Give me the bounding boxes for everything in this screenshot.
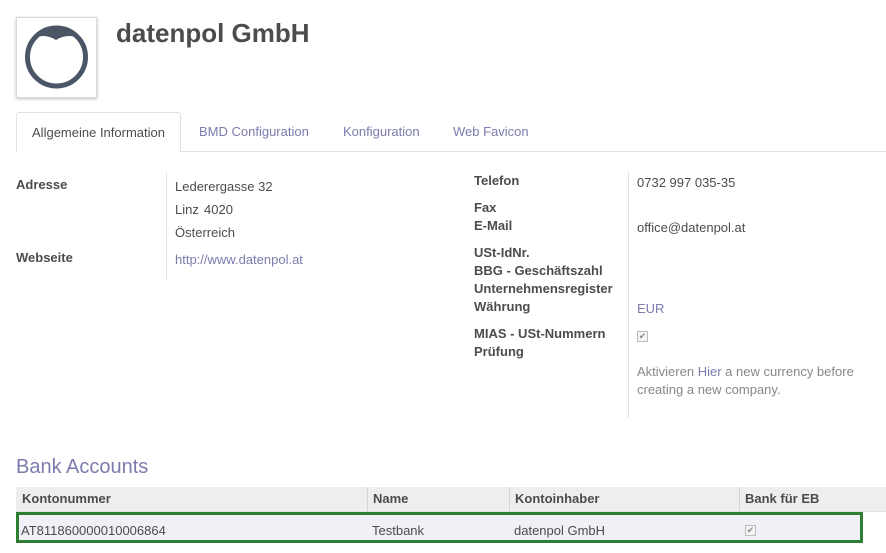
page-title: datenpol GmbH (116, 18, 310, 48)
phone-field[interactable]: 0732 997 035-35 (637, 175, 735, 190)
mias-checkbox[interactable]: ✔ (637, 331, 648, 342)
website-link[interactable]: http://www.datenpol.at (175, 252, 303, 267)
field-divider (166, 172, 167, 280)
field-divider (628, 172, 629, 418)
mias-label: MIAS - USt-Nummern (474, 326, 606, 341)
tab-bmd-configuration[interactable]: BMD Configuration (199, 112, 309, 151)
hint-text: a new currency before (725, 364, 854, 379)
phone-label: Telefon (474, 173, 520, 188)
bank-eb-checkbox[interactable]: ✔ (745, 525, 756, 536)
address-label: Adresse (16, 177, 68, 192)
bbg-label: BBG - Geschäftszahl (474, 263, 603, 278)
column-divider (367, 487, 368, 511)
column-header-bank-fuer-eb[interactable]: Bank für EB (745, 487, 819, 511)
street-field[interactable]: Lederergasse 32 (175, 179, 273, 194)
column-header-kontonummer[interactable]: Kontonummer (22, 487, 111, 511)
checkmark-icon: ✔ (746, 525, 755, 535)
bank-accounts-title: Bank Accounts (16, 456, 149, 478)
company-logo[interactable] (16, 17, 97, 98)
column-divider (739, 487, 740, 511)
tab-web-favicon[interactable]: Web Favicon (453, 112, 529, 151)
currency-hint-line2: creating a new company. (637, 382, 781, 397)
currency-hint: Aktivieren Hier a new currency before (637, 364, 854, 379)
hint-link[interactable]: Hier (698, 364, 722, 379)
mias-label-line2: Prüfung (474, 344, 524, 359)
tab-konfiguration[interactable]: Konfiguration (343, 112, 420, 151)
avatar-placeholder-icon (25, 25, 88, 89)
checkmark-icon: ✔ (638, 331, 647, 341)
column-header-kontoinhaber[interactable]: Kontoinhaber (515, 487, 600, 511)
register-label: Unternehmensregister (474, 281, 613, 296)
column-divider (509, 487, 510, 511)
city-field[interactable]: Linz (175, 202, 199, 217)
country-field[interactable]: Österreich (175, 225, 235, 240)
column-header-name[interactable]: Name (373, 487, 408, 511)
currency-field[interactable]: EUR (637, 301, 664, 316)
hint-text: Aktivieren (637, 364, 695, 379)
email-field[interactable]: office@datenpol.at (637, 220, 745, 235)
bank-name-cell: Testbank (372, 523, 425, 538)
vat-label: USt-IdNr. (474, 245, 530, 260)
fax-label: Fax (474, 200, 497, 215)
currency-label: Währung (474, 299, 531, 314)
account-holder-link[interactable]: datenpol GmbH (514, 523, 605, 538)
zip-field[interactable]: 4020 (204, 202, 233, 217)
email-label: E-Mail (474, 218, 513, 233)
account-number-cell: AT811860000010006864 (21, 523, 166, 538)
website-label: Webseite (16, 250, 73, 265)
tab-allgemeine-information[interactable]: Allgemeine Information (16, 112, 181, 153)
